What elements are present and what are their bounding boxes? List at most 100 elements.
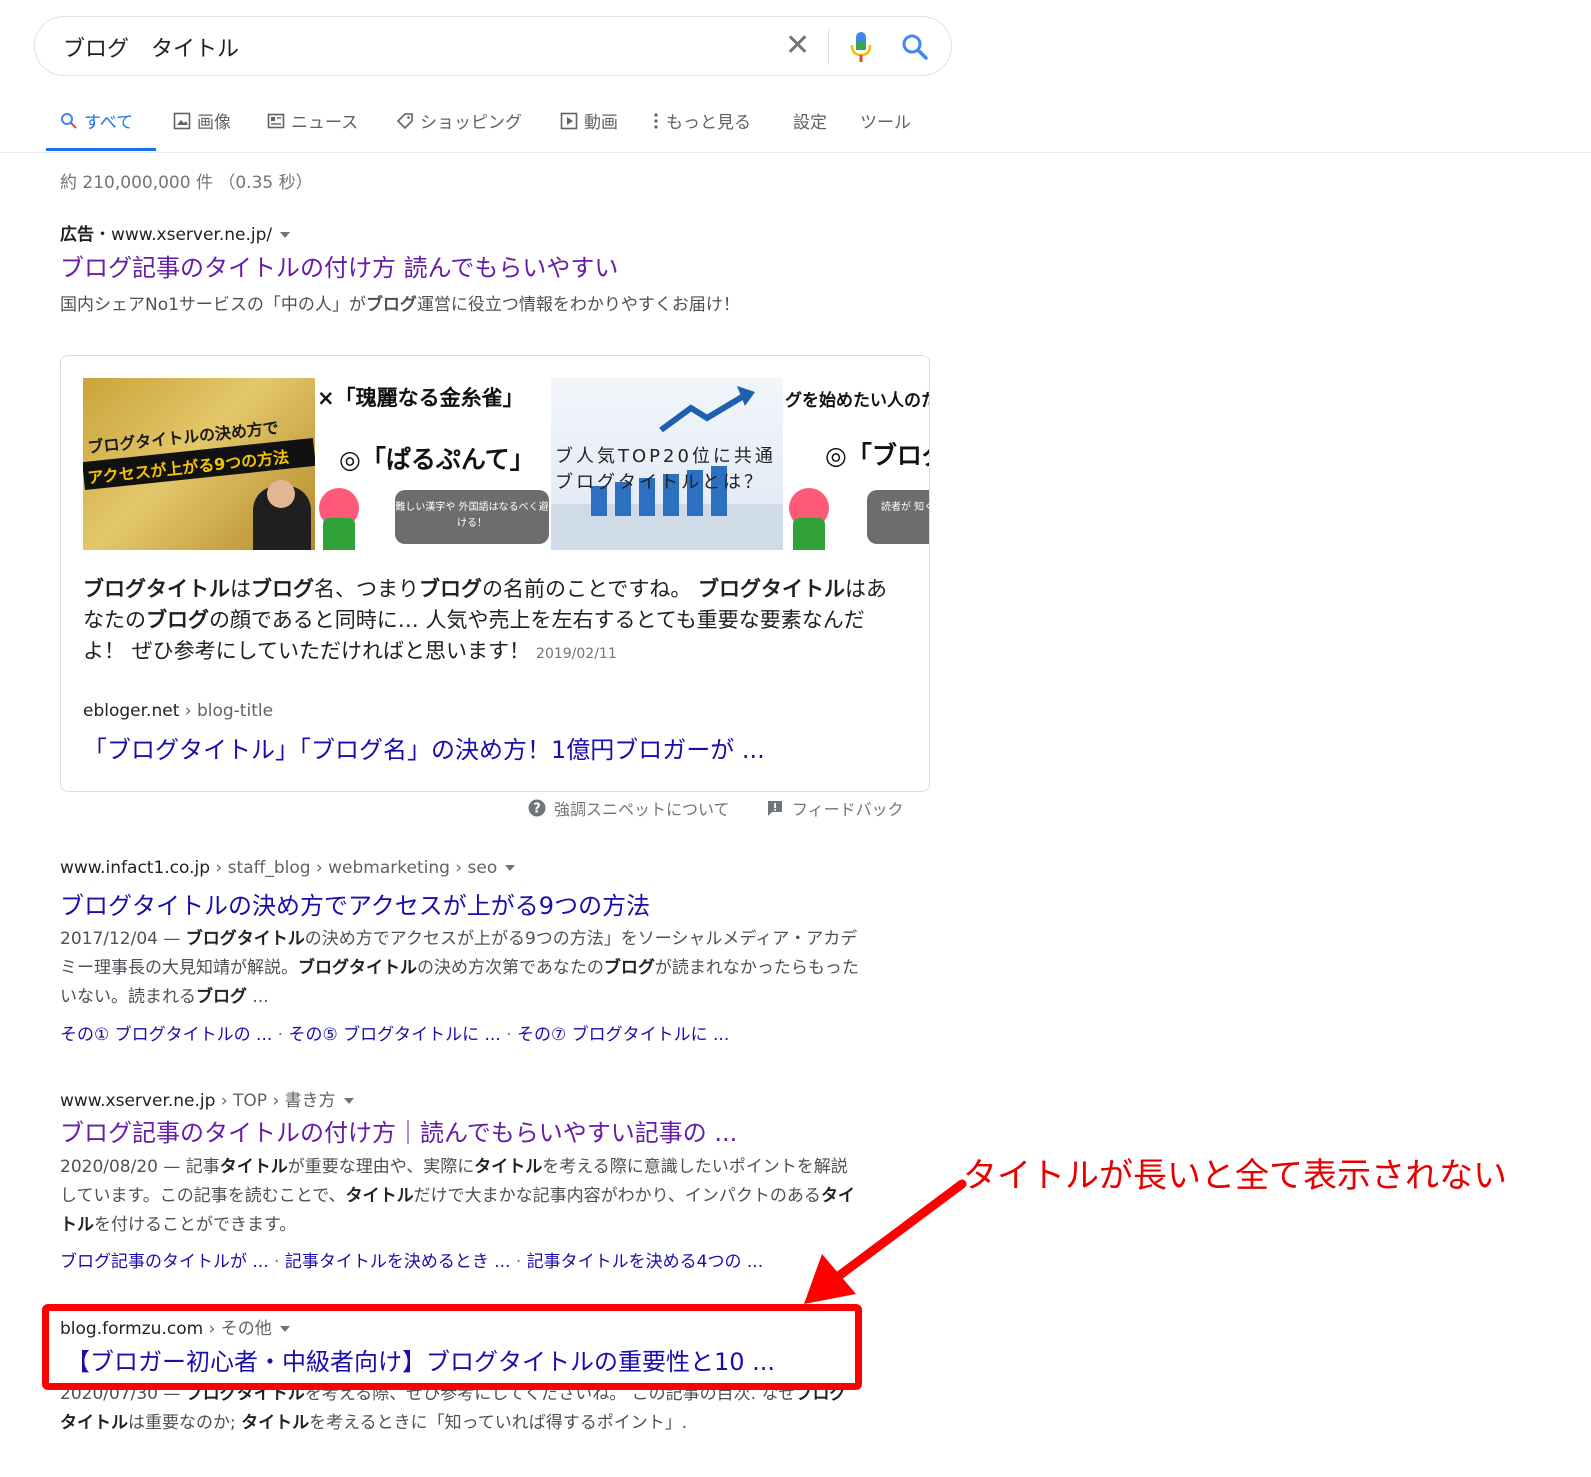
sitelink[interactable]: 記事タイトルを決めるとき ...	[285, 1252, 511, 1272]
text: 2020/08/20 — 記事	[60, 1157, 220, 1177]
highlight-box	[42, 1304, 862, 1390]
thumbnail-image[interactable]: ブ人気TOP20位に共通 ブログタイトルとは？	[551, 378, 783, 550]
result-title-link[interactable]: ブログタイトルの決め方でアクセスが上がる9つの方法	[60, 886, 650, 921]
divider	[828, 29, 829, 65]
tab-label: もっと見る	[666, 113, 751, 133]
text-bold: タイトル	[241, 1413, 310, 1433]
search-input[interactable]: ブログ タイトル	[63, 31, 239, 63]
text-bold: タイトル	[345, 1186, 414, 1206]
annotation-text: タイトルが長いと全て表示されない	[963, 1156, 1507, 1196]
featured-snippet-card: ブログタイトルの決め方で アクセスが上がる9つの方法 ×「瑰麗なる金糸雀」 ◎「…	[60, 355, 930, 792]
about-featured-snippets[interactable]: ? 強調スニペットについて	[528, 796, 730, 820]
ad-description: 国内シェアNo1サービスの「中の人」がブログ運営に役立つ情報をわかりやすくお届け…	[60, 290, 740, 315]
text-bold: ブログ	[419, 577, 482, 601]
tab-all[interactable]: すべて	[60, 108, 133, 133]
ad-separator: ・	[94, 225, 111, 245]
caret-down-icon[interactable]	[343, 1098, 354, 1104]
microphone-icon[interactable]	[849, 31, 873, 63]
feedback-link[interactable]: フィードバック	[766, 796, 904, 820]
sitelink[interactable]: その⑤ ブログタイトルに ...	[288, 1025, 500, 1045]
tab-tools[interactable]: ツール	[860, 108, 911, 133]
sitelink[interactable]: 記事タイトルを決める4つの ...	[527, 1252, 763, 1272]
thumbnail-image[interactable]: グを始めたい人のた ◎「ブログ 読者が 知く、	[785, 378, 930, 550]
text: を付けることができます。	[94, 1215, 297, 1235]
url-domain: ebloger.net	[83, 701, 180, 721]
sitelink[interactable]: その⑦ ブログタイトルに ...	[517, 1025, 729, 1045]
search-icon[interactable]	[901, 33, 929, 61]
tab-shopping[interactable]: ショッピング	[396, 108, 522, 133]
url-domain: www.infact1.co.jp	[60, 858, 211, 878]
caret-down-icon[interactable]	[280, 232, 291, 238]
text: が重要な理由や、実際に	[287, 1157, 475, 1177]
image-strip[interactable]: ブログタイトルの決め方で アクセスが上がる9つの方法 ×「瑰麗なる金糸雀」 ◎「…	[83, 378, 930, 550]
thumbnail-text: ◎「ブログ	[825, 441, 929, 470]
feedback-label: フィードバック	[792, 800, 904, 819]
search-icon	[61, 112, 77, 129]
tag-icon	[396, 112, 413, 129]
thumbnail-text: ブログタイトルとは？	[555, 472, 765, 493]
result-description: 2020/08/20 — 記事タイトルが重要な理由や、実際にタイトルを考える際に…	[60, 1153, 860, 1240]
text-bold: ブログタイトル	[83, 577, 230, 601]
text-bold: ブログ	[146, 608, 209, 632]
news-icon	[267, 113, 285, 128]
ad-label: 広告	[60, 225, 94, 245]
ad-title-link[interactable]: ブログ記事のタイトルの付け方 読んでもらいやすい	[60, 248, 618, 283]
ad-url: www.xserver.ne.jp/	[111, 225, 273, 245]
sitelink[interactable]: ブログ記事のタイトルが ...	[60, 1252, 269, 1272]
tab-videos[interactable]: 動画	[560, 108, 618, 133]
thumbnail-text: ◎「ぱるぷんて」	[339, 445, 535, 474]
sitelinks: その① ブログタイトルの ... · その⑤ ブログタイトルに ... · その…	[60, 1020, 729, 1045]
speech-bubble: 難しい漢字や 外国語はなるべく避ける！	[395, 490, 549, 544]
text: は重要なのか;	[128, 1413, 242, 1433]
url-path: › staff_blog › webmarketing › seo	[210, 858, 498, 878]
url-path: › blog-title	[179, 701, 274, 721]
text: の名前のことですね。	[482, 577, 699, 601]
tab-images[interactable]: 画像	[173, 108, 231, 133]
search-box[interactable]: ブログ タイトル ✕	[34, 16, 952, 76]
text: の決め方次第であなたの	[417, 958, 604, 978]
result-url: www.xserver.ne.jp › TOP › 書き方	[60, 1086, 354, 1111]
thumbnail-image[interactable]: ×「瑰麗なる金糸雀」 ◎「ぱるぷんて」 難しい漢字や 外国語はなるべく避ける！	[317, 378, 549, 550]
result-description: 2017/12/04 — ブログタイトルの決め方でアクセスが上がる9つの方法」を…	[60, 925, 860, 1012]
person-head	[267, 480, 295, 508]
tab-label: 画像	[197, 113, 231, 133]
result-url: ebloger.net › blog-title	[83, 701, 273, 721]
text-bold: ブログ	[365, 295, 417, 315]
svg-text:?: ?	[533, 802, 541, 817]
text: だけで大まかな記事内容がわかり、インパクトのある	[413, 1186, 821, 1206]
thumbnail-image[interactable]: ブログタイトルの決め方で アクセスが上がる9つの方法	[83, 378, 315, 550]
separator: ·	[268, 1252, 285, 1272]
tab-more[interactable]: もっと見る	[652, 108, 751, 133]
thumbnail-text: グを始めたい人のた	[785, 391, 930, 411]
character-body	[793, 518, 825, 550]
sitelink[interactable]: その① ブログタイトルの ...	[60, 1025, 272, 1045]
text-bold: ブログ	[603, 958, 655, 978]
thumbnail-text: ×「瑰麗なる金糸雀」	[317, 386, 524, 410]
thumbnail-text: ブ人気TOP20位に共通	[555, 446, 776, 467]
text-bold: ブログ	[251, 577, 314, 601]
tab-news[interactable]: ニュース	[267, 108, 358, 133]
url-domain: www.xserver.ne.jp	[60, 1091, 216, 1111]
caret-down-icon[interactable]	[505, 865, 516, 871]
text: 名、つまり	[314, 577, 419, 601]
text: は	[230, 577, 251, 601]
text-bold: ブログタイトル	[698, 577, 846, 601]
about-label: 強調スニペットについて	[554, 800, 730, 819]
separator: ·	[510, 1252, 527, 1272]
more-vert-icon	[654, 112, 658, 129]
result-title-link[interactable]: 「ブログタイトル」「ブログ名」の決め方！1億円ブロガーが ...	[83, 730, 765, 765]
tab-label: ニュース	[291, 113, 359, 133]
clear-icon[interactable]: ✕	[785, 31, 810, 61]
sitelinks: ブログ記事のタイトルが ... · 記事タイトルを決めるとき ... · 記事タ…	[60, 1247, 763, 1272]
tab-label: ショッピング	[420, 113, 522, 133]
text-bold: タイトル	[219, 1157, 288, 1177]
speech-bubble: 読者が 知く、	[867, 490, 929, 544]
text: ...	[247, 987, 269, 1007]
text: 国内シェアNo1サービスの「中の人」が	[60, 295, 366, 315]
separator: ·	[500, 1025, 517, 1045]
result-title-link[interactable]: ブログ記事のタイトルの付け方｜読んでもらいやすい記事の ...	[60, 1113, 737, 1148]
tab-label: ツール	[860, 113, 911, 133]
feedback-icon	[768, 801, 782, 816]
tab-settings[interactable]: 設定	[793, 108, 827, 133]
separator: ·	[272, 1025, 289, 1045]
